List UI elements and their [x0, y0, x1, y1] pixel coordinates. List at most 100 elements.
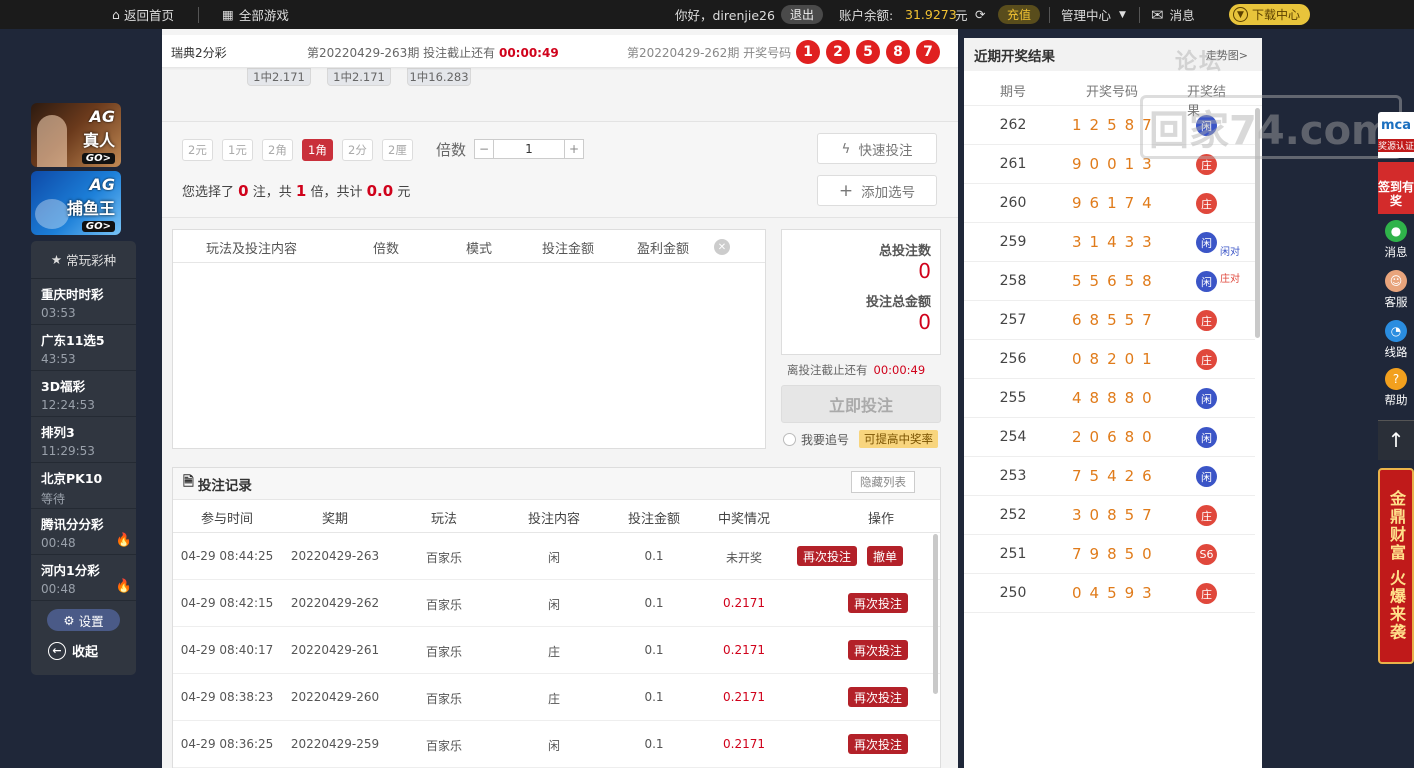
go-badge: GO> — [81, 221, 115, 232]
slip-header: 玩法及投注内容 倍数 模式 投注金额 盈利金额 ✕ — [173, 230, 765, 263]
result-numbers: 04593 — [1072, 584, 1160, 602]
bet-now-button[interactable]: 立即投注 — [781, 385, 941, 423]
result-period: 261 — [999, 156, 1027, 172]
result-period: 258 — [999, 273, 1027, 289]
result-period: 256 — [999, 351, 1027, 367]
rebet-button[interactable]: 再次投注 — [797, 546, 858, 566]
add-number-button[interactable]: + 添加选号 — [817, 175, 937, 206]
countdown: 00:00:49 — [498, 46, 559, 60]
plus-button[interactable]: + — [565, 142, 583, 156]
arrow-left-icon: ← — [48, 641, 66, 660]
lottery-item[interactable]: 重庆时时彩 03:53 — [31, 279, 136, 325]
result-numbers: 30857 — [1072, 506, 1160, 524]
clear-all-icon[interactable]: ✕ — [714, 239, 730, 255]
cancel-order-button[interactable]: 撤单 — [867, 546, 904, 566]
promo-banner[interactable]: 金鼎财富 火爆来袭 — [1378, 468, 1414, 664]
unit-2fen[interactable]: 2分 — [342, 139, 373, 161]
unit-1jiao[interactable]: 1角 — [302, 139, 333, 161]
unit-2jiao[interactable]: 2角 — [262, 139, 293, 161]
multiplier-input[interactable]: 1 — [493, 140, 565, 158]
multiplier-label: 倍数 — [436, 141, 467, 159]
current-period: 第20220429-263期 投注截止还有 00:00:49 — [307, 46, 559, 60]
quick-bet-button[interactable]: ϟ 快速投注 — [817, 133, 937, 164]
rebet-button[interactable]: 再次投注 — [848, 687, 909, 707]
favorite-header: ★ 常玩彩种 — [31, 241, 136, 279]
question-icon: ? — [1385, 368, 1407, 390]
pair-note: 庄对 — [1220, 274, 1240, 285]
odds-chip: 1中2.171 — [327, 68, 391, 86]
logout-button[interactable]: 退出 — [781, 5, 824, 24]
result-row: 256 08201 庄 — [964, 340, 1255, 379]
unit-1yuan[interactable]: 1元 — [222, 139, 253, 161]
home-icon: ⌂ — [112, 7, 120, 22]
lottery-item[interactable]: 腾讯分分彩 00:48 🔥 — [31, 509, 136, 555]
result-period: 262 — [999, 117, 1027, 133]
bet-deadline: 离投注截止还有 00:00:49 — [787, 363, 926, 377]
float-service[interactable]: ☺ 客服 — [1378, 270, 1414, 316]
ag-live-banner[interactable]: AG 真人 GO> — [31, 103, 121, 167]
rebet-button[interactable]: 再次投注 — [848, 734, 909, 754]
rebet-button[interactable]: 再次投注 — [848, 593, 909, 613]
document-icon: 🗎 — [183, 474, 194, 490]
ag-fishing-banner[interactable]: AG 捕鱼王 GO> — [31, 171, 121, 235]
result-period: 257 — [999, 312, 1027, 328]
result-numbers: 08201 — [1072, 350, 1160, 368]
float-route[interactable]: ◔ 线路 — [1378, 320, 1414, 366]
records-scrollbar[interactable] — [933, 534, 938, 694]
result-badge: 庄 — [1196, 310, 1217, 331]
unit-2li[interactable]: 2厘 — [382, 139, 413, 161]
lightning-icon: ϟ — [841, 140, 851, 157]
recharge-button[interactable]: 充值 — [998, 5, 1041, 24]
rebet-button[interactable]: 再次投注 — [848, 640, 909, 660]
lottery-item[interactable]: 河内1分彩 00:48 🔥 — [31, 555, 136, 601]
minus-button[interactable]: − — [475, 142, 493, 156]
mail-icon: ✉ — [1151, 5, 1164, 24]
float-help[interactable]: ? 帮助 — [1378, 368, 1414, 414]
result-period: 253 — [999, 468, 1027, 484]
odds-chip: 1中16.283 — [407, 68, 471, 86]
messages-link[interactable]: ✉ 消息 — [1151, 0, 1195, 29]
chase-radio[interactable] — [783, 432, 796, 446]
draw-ball: 2 — [826, 40, 850, 64]
table-row: 04-29 08:42:15 20220429-262 百家乐 闲 0.1 0.… — [173, 580, 940, 627]
result-numbers: 90013 — [1072, 155, 1160, 173]
records-title-bar: 🗎 投注记录 隐藏列表 — [173, 468, 940, 500]
table-row: 04-29 08:38:23 20220429-260 百家乐 庄 0.1 0.… — [173, 674, 940, 721]
download-icon: ▼ — [1233, 7, 1248, 22]
unit-2yuan[interactable]: 2元 — [182, 139, 213, 161]
result-row: 255 48880 闲 — [964, 379, 1255, 418]
fish-mascot — [35, 199, 69, 229]
download-center-button[interactable]: ▼ 下载中心 — [1229, 4, 1311, 25]
float-message[interactable]: ● 消息 — [1378, 220, 1414, 266]
settings-button[interactable]: ⚙ 设置 — [47, 609, 120, 631]
balance-label: 账户余额: — [839, 8, 894, 23]
result-row: 260 96174 庄 — [964, 184, 1255, 223]
manage-center-menu[interactable]: 管理中心 ▼ — [1061, 0, 1126, 29]
mca-badge[interactable]: mca 奖源认证 — [1378, 112, 1414, 158]
sign-in-reward[interactable]: 签到有奖 — [1378, 162, 1414, 214]
trend-chart-link[interactable]: 走势图> — [1206, 47, 1248, 63]
lottery-item[interactable]: 广东11选5 43:53 — [31, 325, 136, 371]
bet-records: 🗎 投注记录 隐藏列表 参与时间 奖期 玩法 投注内容 投注金额 中奖情况 操作… — [172, 467, 941, 768]
previous-period: 第20220429-262期 开奖号码 — [627, 46, 792, 60]
all-games-link[interactable]: ▦ 全部游戏 — [222, 0, 289, 29]
result-period: 259 — [999, 234, 1027, 250]
result-badge: S6 — [1196, 544, 1217, 565]
multiplier-stepper[interactable]: − 1 + — [474, 139, 584, 159]
bet-slip: 玩法及投注内容 倍数 模式 投注金额 盈利金额 ✕ — [172, 229, 766, 449]
back-to-top-button[interactable]: ↑ — [1378, 420, 1414, 460]
refresh-icon[interactable]: ⟳ — [975, 0, 985, 29]
hot-fire-icon: 🔥 — [115, 533, 132, 548]
caret-down-icon: ▼ — [1119, 9, 1126, 20]
home-link[interactable]: ⌂ 返回首页 — [112, 0, 174, 29]
results-scrollbar[interactable] — [1255, 108, 1260, 338]
result-numbers: 48880 — [1072, 389, 1160, 407]
lottery-item[interactable]: 3D福彩 12:24:53 — [31, 371, 136, 417]
lottery-item[interactable]: 北京PK10 等待 — [31, 463, 136, 509]
collapse-button[interactable]: ← 收起 — [48, 641, 98, 660]
lottery-item[interactable]: 排列3 11:29:53 — [31, 417, 136, 463]
total-amount: 0 — [918, 310, 931, 334]
result-numbers: 96174 — [1072, 194, 1160, 212]
chase-option[interactable]: 我要追号 可提高中奖率 — [783, 430, 939, 448]
hide-list-button[interactable]: 隐藏列表 — [851, 471, 915, 493]
